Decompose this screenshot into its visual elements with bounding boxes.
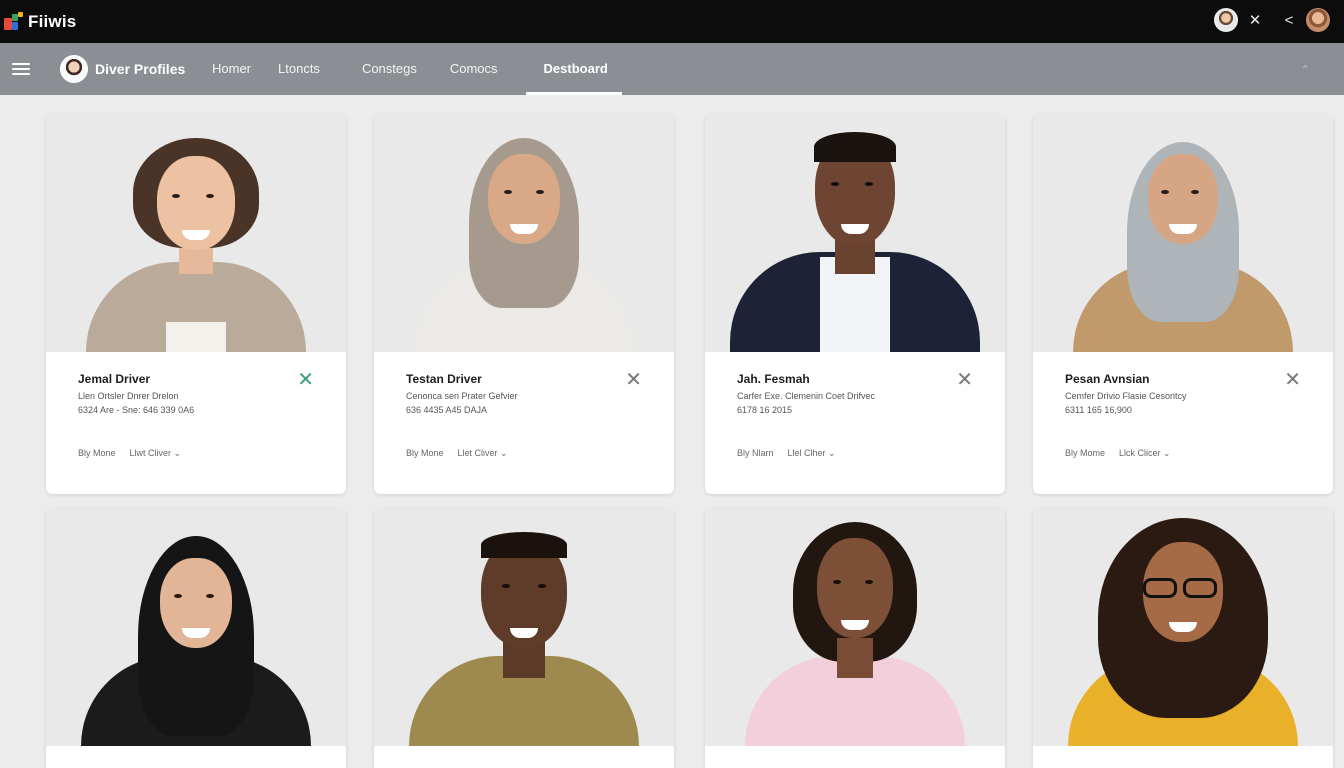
card-actions: Bly Mone Llwt Cliver ⌄: [78, 448, 181, 459]
profile-card[interactable]: Jah. Fesmah Carfer Exe. Clemenin Coet Dr…: [705, 114, 1005, 494]
card-action-secondary[interactable]: Llwt Cliver ⌄: [130, 448, 182, 459]
brand-avatar: [60, 55, 88, 83]
driver-name: Jah. Fesmah: [737, 372, 810, 386]
glasses-icon: [1143, 578, 1177, 598]
driver-meta: Cenonca sen Prater Gefvier: [406, 391, 518, 401]
user-avatar[interactable]: [1214, 8, 1238, 32]
driver-meta-secondary: 6178 16 2015: [737, 405, 793, 415]
profile-photo: [46, 114, 346, 352]
nav-links: Homer Ltoncts Constegs Comocs Destboard: [200, 43, 623, 95]
profile-photo: [1033, 114, 1333, 352]
driver-name: Testan Driver: [406, 372, 482, 386]
driver-meta: Llen Ortsler Dnrer Drelon: [78, 391, 179, 401]
nav-link-constegs[interactable]: Constegs: [362, 43, 417, 95]
nav-link-home[interactable]: Homer: [212, 43, 251, 95]
card-action-primary[interactable]: Bly Nlarn: [737, 448, 774, 459]
card-actions: Bly Nlarn Llel Clher ⌄: [737, 448, 836, 459]
driver-name: Jemal Driver: [78, 372, 151, 386]
driver-meta-secondary: 6324 Are - Sne: 646 339 0A6: [78, 405, 195, 415]
profile-card[interactable]: Pesan Avnsian Cemfer Drivio Flasie Ceson…: [1033, 114, 1333, 494]
profile-photo: [374, 114, 674, 352]
nav-bar: Diver Profiles Homer Ltoncts Constegs Co…: [0, 43, 1344, 95]
app-name: Fiiwis: [28, 11, 77, 31]
driver-meta: Cemfer Drivio Flasie Cesontcy: [1065, 391, 1187, 401]
driver-meta-secondary: 636 4435 A45 DAJA: [406, 405, 488, 415]
profile-photo: [1033, 508, 1333, 746]
top-bar: Fiiwis ✕ <: [0, 0, 1344, 43]
profile-card[interactable]: [46, 508, 346, 768]
driver-meta-secondary: 6311 165 16,900: [1065, 405, 1132, 415]
profile-card[interactable]: [1033, 508, 1333, 768]
chevron-up-icon[interactable]: ⌃: [1301, 63, 1310, 76]
top-actions: ✕ <: [1214, 8, 1330, 32]
close-icon[interactable]: ✕: [1284, 370, 1301, 390]
card-action-secondary[interactable]: Llck Clicer ⌄: [1119, 448, 1171, 459]
profile-photo: [374, 508, 674, 746]
card-actions: Bly Mome Llck Clicer ⌄: [1065, 448, 1171, 459]
card-action-primary[interactable]: Bly Mone: [78, 448, 116, 459]
card-action-secondary[interactable]: Llet Cliver ⌄: [458, 448, 508, 459]
profile-card[interactable]: Testan Driver Cenonca sen Prater Gefvier…: [374, 114, 674, 494]
close-icon[interactable]: ✕: [297, 370, 314, 390]
driver-meta: Carfer Exe. Clemenin Coet Drifvec: [737, 391, 876, 401]
driver-name: Pesan Avnsian: [1065, 372, 1150, 386]
share-icon[interactable]: <: [1272, 12, 1306, 29]
card-action-primary[interactable]: Bly Mome: [1065, 448, 1105, 459]
nav-brand: Diver Profiles: [95, 61, 186, 77]
app-logo[interactable]: Fiiwis: [4, 11, 77, 32]
nav-link-ltoncts[interactable]: Ltoncts: [278, 43, 320, 95]
card-actions: Bly Mone Llet Cliver ⌄: [406, 448, 508, 459]
profile-photo: [705, 114, 1005, 352]
nav-link-dashboard[interactable]: Destboard: [525, 43, 623, 95]
close-icon[interactable]: ✕: [956, 370, 973, 390]
profile-card[interactable]: [374, 508, 674, 768]
profile-card[interactable]: [705, 508, 1005, 768]
profile-photo: [46, 508, 346, 746]
profile-card[interactable]: Jemal Driver Llen Ortsler Dnrer Drelon 6…: [46, 114, 346, 494]
close-icon[interactable]: ✕: [1238, 11, 1272, 29]
card-action-primary[interactable]: Bly Mone: [406, 448, 444, 459]
close-icon[interactable]: ✕: [625, 370, 642, 390]
nav-link-comocs[interactable]: Comocs: [450, 43, 498, 95]
logo-icon: [4, 11, 24, 32]
card-action-secondary[interactable]: Llel Clher ⌄: [788, 448, 836, 459]
profile-photo: [705, 508, 1005, 746]
account-avatar[interactable]: [1306, 8, 1330, 32]
menu-icon[interactable]: [12, 60, 30, 78]
